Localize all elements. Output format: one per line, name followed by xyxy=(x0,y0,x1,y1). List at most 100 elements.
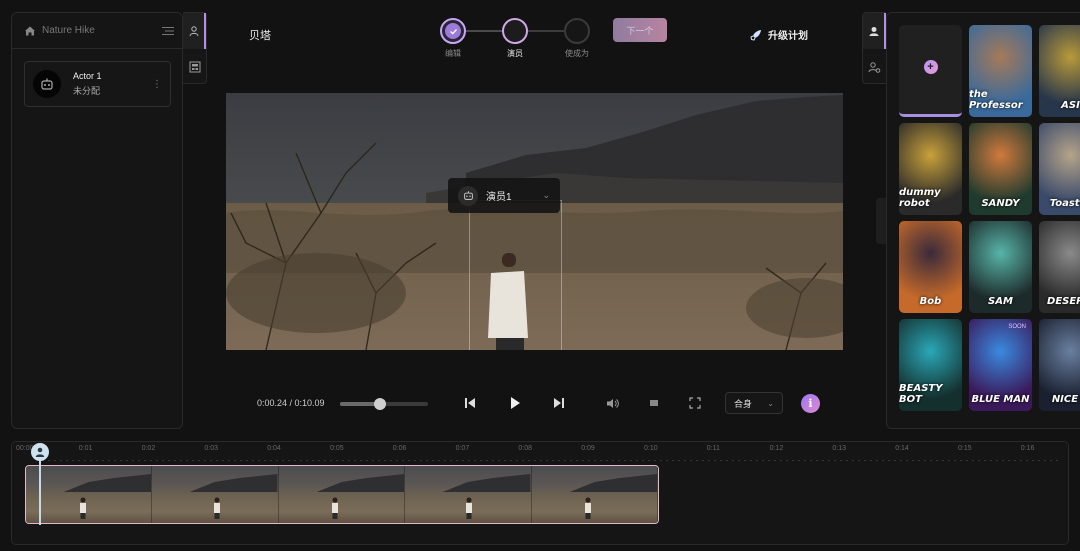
video-preview[interactable] xyxy=(226,93,843,350)
upgrade-plan-button[interactable]: 升级计划 xyxy=(750,27,808,42)
timeline-tick-label: 0:11 xyxy=(706,445,720,452)
actor-tile[interactable]: the Professor xyxy=(969,25,1032,117)
clip-frame xyxy=(152,466,279,523)
upgrade-label: 升级计划 xyxy=(768,31,808,42)
timeline-ruler[interactable]: 00:00 0:01 0:02 0:03 0:04 0:05 0:06 0:07 0:08 0:0… xyxy=(12,442,1068,462)
time-display: 0:00.24 / 0:10.09 xyxy=(257,398,325,408)
timeline-tick-label: 0:16 xyxy=(1020,445,1035,452)
right-tab-bar xyxy=(862,12,886,84)
step-actor[interactable] xyxy=(502,18,528,44)
actor-name: Actor 1 xyxy=(73,71,102,81)
layout-icon[interactable] xyxy=(183,49,206,85)
clip-frame xyxy=(278,466,406,523)
robot-icon xyxy=(458,185,478,206)
pip-icon[interactable] xyxy=(643,392,665,414)
actor-tile[interactable]: ASI xyxy=(1039,25,1080,117)
robot-icon xyxy=(33,70,61,98)
video-clip[interactable] xyxy=(25,465,659,524)
timeline-tick-label: 0:09 xyxy=(581,445,595,452)
timeline-tick-label: 0:15 xyxy=(958,445,972,452)
next-button[interactable]: 下一个 xyxy=(613,18,667,42)
clip-frame xyxy=(531,466,658,523)
actor-tile-name: Toaster xyxy=(1049,198,1080,209)
step-label-actor: 演员 xyxy=(507,49,523,58)
fit-mode-value: 合身 xyxy=(734,398,753,409)
more-options-icon[interactable]: ⋮ xyxy=(152,79,162,90)
fullscreen-icon[interactable] xyxy=(684,392,706,414)
timeline-tick-label: 0:06 xyxy=(392,445,407,452)
plus-icon: + xyxy=(923,59,938,74)
soon-badge: SOON xyxy=(1008,324,1026,330)
actor-tile-name: BLUE MAN xyxy=(971,394,1030,405)
actor-select-dropdown[interactable]: 演员1 ⌄ xyxy=(448,178,560,213)
actor-status: 未分配 xyxy=(73,86,101,96)
step-label-edit: 编辑 xyxy=(445,49,461,58)
ruler-ticks xyxy=(40,459,1058,462)
actor-library-panel: + the Professor ASI dummy robot SANDY Toaste… xyxy=(886,12,1080,429)
check-icon xyxy=(445,23,461,39)
actor-tile[interactable]: DESERTI xyxy=(1039,221,1080,313)
rocket-icon xyxy=(750,29,761,41)
timeline-tick-label: 0:13 xyxy=(832,445,847,452)
actor-tile[interactable]: Bob xyxy=(899,221,962,313)
player-controls: 0:00.24 / 0:10.09 合身 ⌄ i xyxy=(226,388,843,418)
actor-tile[interactable]: dummy robot xyxy=(899,123,962,215)
play-icon[interactable] xyxy=(504,392,526,414)
timeline-tick-label: 0:05 xyxy=(330,445,344,452)
step-connector xyxy=(528,30,564,32)
actor-tag-label: 演员1 xyxy=(486,192,512,203)
info-icon[interactable]: i xyxy=(801,394,820,413)
page-title: 贝塔 xyxy=(249,30,271,42)
actor-tile[interactable]: BLUE MAN SOON xyxy=(969,319,1032,411)
actors-panel: Nature Hike Actor 1 未分配 ⋮ xyxy=(11,12,183,429)
chevron-down-icon: ⌄ xyxy=(767,398,774,408)
step-edit[interactable] xyxy=(440,18,466,44)
clip-frame xyxy=(405,466,532,523)
panel-collapse-handle[interactable] xyxy=(876,198,886,244)
project-name: Nature Hike xyxy=(42,25,95,36)
actor-tile[interactable]: BEASTY BOT xyxy=(899,319,962,411)
add-actor-button[interactable]: + xyxy=(899,25,962,117)
actor-tile[interactable]: Toaster xyxy=(1039,123,1080,215)
actor-tile[interactable]: SANDY xyxy=(969,123,1032,215)
actor-tile-name: BEASTY BOT xyxy=(899,383,943,405)
left-tab-bar xyxy=(183,12,207,84)
seek-bar-handle[interactable] xyxy=(373,398,386,410)
clip-frame xyxy=(26,466,153,523)
fit-mode-select[interactable]: 合身 ⌄ xyxy=(725,392,783,414)
person-icon[interactable] xyxy=(183,13,206,49)
chevron-down-icon: ⌄ xyxy=(542,190,550,200)
timeline-tick-label: 0:01 xyxy=(78,445,93,452)
home-icon[interactable] xyxy=(24,25,36,37)
actor-tile-name: Bob xyxy=(919,296,942,307)
actor-tile-name: SANDY xyxy=(981,198,1020,209)
actor-avatar-icon[interactable] xyxy=(863,13,886,49)
actor-tile[interactable]: NICE B xyxy=(1039,319,1080,411)
volume-icon[interactable] xyxy=(601,392,623,414)
person-icon xyxy=(35,447,45,457)
step-connector xyxy=(466,30,502,32)
menu-icon[interactable] xyxy=(162,26,174,36)
step-indicator: 编辑 演员 使成为 xyxy=(440,18,592,60)
actor-tile-name: NICE B xyxy=(1051,394,1080,405)
actor-tile-name: SAM xyxy=(988,296,1013,307)
actor-tile[interactable]: SAM xyxy=(969,221,1032,313)
step-label-render: 使成为 xyxy=(565,49,589,58)
timeline: 00:00 0:01 0:02 0:03 0:04 0:05 0:06 0:07 0:08 0:0… xyxy=(11,441,1069,545)
actor-tile-name: dummy robot xyxy=(899,187,941,209)
timeline-tick-label: 0:14 xyxy=(895,445,909,452)
timeline-tick-label: 0:12 xyxy=(769,445,784,452)
step-render[interactable] xyxy=(564,18,590,44)
skip-back-icon[interactable] xyxy=(459,392,481,414)
user-settings-icon[interactable] xyxy=(863,49,886,85)
timeline-tick-label: 0:02 xyxy=(141,445,156,452)
playhead-handle[interactable] xyxy=(31,443,49,461)
seek-bar[interactable] xyxy=(340,398,428,410)
actor-bounding-box[interactable] xyxy=(469,200,562,350)
actor-card[interactable]: Actor 1 未分配 ⋮ xyxy=(24,61,171,107)
skip-forward-icon[interactable] xyxy=(548,392,570,414)
panel-header: Nature Hike xyxy=(12,13,182,49)
actor-tile-name: the Professor xyxy=(969,89,1023,111)
timeline-tick-label: 0:08 xyxy=(518,445,533,452)
actor-tile-name: ASI xyxy=(1061,100,1080,111)
